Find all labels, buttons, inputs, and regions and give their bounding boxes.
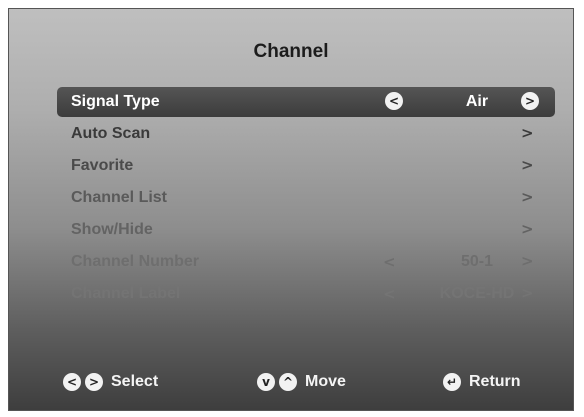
menu-item-signal-type[interactable]: Signal Type < Air > (57, 87, 555, 117)
menu-item-label: Channel Label (71, 285, 181, 302)
menu-item-label: Show/Hide (71, 221, 153, 238)
move-hint: v ^ Move (257, 373, 346, 391)
footer-hints: < > Select v ^ Move ↵ Return (9, 373, 573, 397)
menu-item-favorite[interactable]: Favorite > (57, 151, 555, 181)
up-arrow-icon: ^ (279, 373, 297, 391)
right-arrow-icon[interactable]: > (521, 92, 539, 110)
menu-item-channel-list[interactable]: Channel List > (57, 183, 555, 213)
left-arrow-icon: < (63, 373, 81, 391)
menu-item-label: Favorite (71, 157, 134, 174)
move-label: Move (305, 373, 346, 390)
menu-item-label: Auto Scan (71, 125, 151, 142)
down-arrow-icon: v (257, 373, 275, 391)
select-label: Select (111, 373, 159, 390)
menu-item-label: Signal Type (71, 93, 160, 110)
menu-item-channel-label[interactable]: Channel Label < KOCE-HD > (57, 279, 555, 309)
chevron-right-icon: > (521, 188, 534, 206)
chevron-right-icon: > (521, 284, 534, 302)
chevron-right-icon: > (521, 124, 534, 142)
return-label: Return (469, 373, 521, 390)
chevron-right-icon: > (521, 156, 534, 174)
signal-type-value: Air (465, 93, 489, 110)
chevron-right-icon: > (521, 220, 534, 238)
menu-item-label: Channel Number (71, 253, 200, 270)
menu-item-show-hide[interactable]: Show/Hide > (57, 215, 555, 245)
menu-item-label: Channel List (71, 189, 168, 206)
select-hint: < > Select (63, 373, 158, 391)
return-icon: ↵ (443, 373, 461, 391)
menu-title: Channel (253, 41, 329, 62)
menu-item-channel-number[interactable]: Channel Number < 50-1 > (57, 247, 555, 277)
return-hint: ↵ Return (443, 373, 521, 391)
chevron-left-icon: < (383, 285, 396, 303)
channel-label-value: KOCE-HD (439, 285, 515, 302)
channel-number-value: 50-1 (460, 253, 494, 270)
chevron-right-icon: > (521, 252, 534, 270)
channel-menu-panel: Channel Signal Type < Air > Auto Scan > … (8, 8, 574, 411)
left-arrow-icon[interactable]: < (385, 92, 403, 110)
right-arrow-icon: > (85, 373, 103, 391)
menu-item-auto-scan[interactable]: Auto Scan > (57, 119, 555, 149)
chevron-left-icon: < (383, 253, 396, 271)
